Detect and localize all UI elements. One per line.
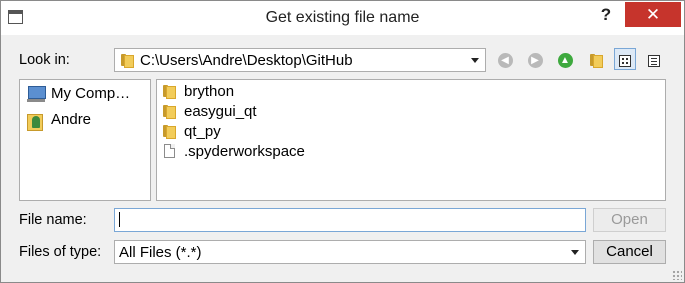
look-in-label: Look in: — [19, 52, 70, 68]
file-type-combo[interactable]: All Files (*.*) — [114, 240, 586, 264]
file-name-label: qt_py — [184, 123, 221, 140]
user-folder-icon — [25, 112, 47, 131]
list-item[interactable]: qt_py — [161, 122, 401, 142]
close-icon: ✕ — [645, 5, 661, 24]
title-bar[interactable]: Get existing file name ? ✕ — [1, 1, 684, 35]
back-button[interactable]: ◀ — [494, 48, 516, 70]
file-name-label: easygui_qt — [184, 103, 257, 120]
sidebar-item-my-computer[interactable]: My Comp… — [24, 84, 146, 104]
forward-arrow-icon: ▶ — [527, 52, 543, 68]
list-item[interactable]: easygui_qt — [161, 102, 401, 122]
folder-icon — [162, 124, 176, 139]
list-view-button[interactable] — [643, 48, 665, 70]
file-list-pane[interactable]: brython easygui_qt qt_py .spyderworkspac… — [156, 79, 666, 201]
sidebar-item-label: Andre — [51, 111, 92, 128]
file-icon — [164, 144, 175, 158]
list-item[interactable]: brython — [161, 82, 401, 102]
file-name-label: File name: — [19, 212, 87, 228]
window-title: Get existing file name — [265, 9, 420, 26]
file-type-label: Files of type: — [19, 244, 102, 260]
file-dialog: Get existing file name ? ✕ Look in: C:\U… — [0, 0, 685, 283]
cancel-button[interactable]: Cancel — [593, 240, 666, 264]
file-name-input[interactable] — [114, 208, 586, 232]
file-name-label: .spyderworkspace — [184, 143, 305, 160]
forward-button[interactable]: ▶ — [524, 48, 546, 70]
list-item[interactable]: .spyderworkspace — [161, 142, 401, 162]
up-folder-icon: ▲ — [557, 52, 573, 68]
new-folder-button[interactable] — [584, 48, 606, 70]
folder-icon — [120, 53, 134, 68]
list-view-icon — [648, 55, 660, 68]
detail-view-button[interactable] — [614, 48, 636, 70]
help-button[interactable]: ? — [595, 4, 617, 26]
text-caret — [119, 212, 120, 227]
computer-icon — [25, 86, 47, 102]
up-button[interactable]: ▲ — [554, 48, 576, 70]
chevron-down-icon[interactable] — [571, 250, 579, 255]
file-type-value: All Files (*.*) — [119, 244, 202, 261]
open-button[interactable]: Open — [593, 208, 666, 232]
resize-grip[interactable] — [672, 270, 682, 280]
icon-view-icon — [619, 55, 631, 68]
chevron-down-icon[interactable] — [471, 58, 479, 63]
look-in-combo[interactable]: C:\Users\Andre\Desktop\GitHub — [114, 48, 486, 72]
look-in-path: C:\Users\Andre\Desktop\GitHub — [140, 52, 353, 69]
sidebar-pane[interactable]: My Comp… Andre — [19, 79, 151, 201]
folder-icon — [162, 84, 176, 99]
folder-icon — [162, 104, 176, 119]
file-name-label: brython — [184, 83, 235, 100]
sidebar-item-andre[interactable]: Andre — [24, 110, 146, 131]
back-arrow-icon: ◀ — [497, 52, 513, 68]
new-folder-icon — [589, 53, 603, 69]
sidebar-item-label: My Comp… — [51, 85, 131, 102]
close-button[interactable]: ✕ — [625, 2, 681, 27]
